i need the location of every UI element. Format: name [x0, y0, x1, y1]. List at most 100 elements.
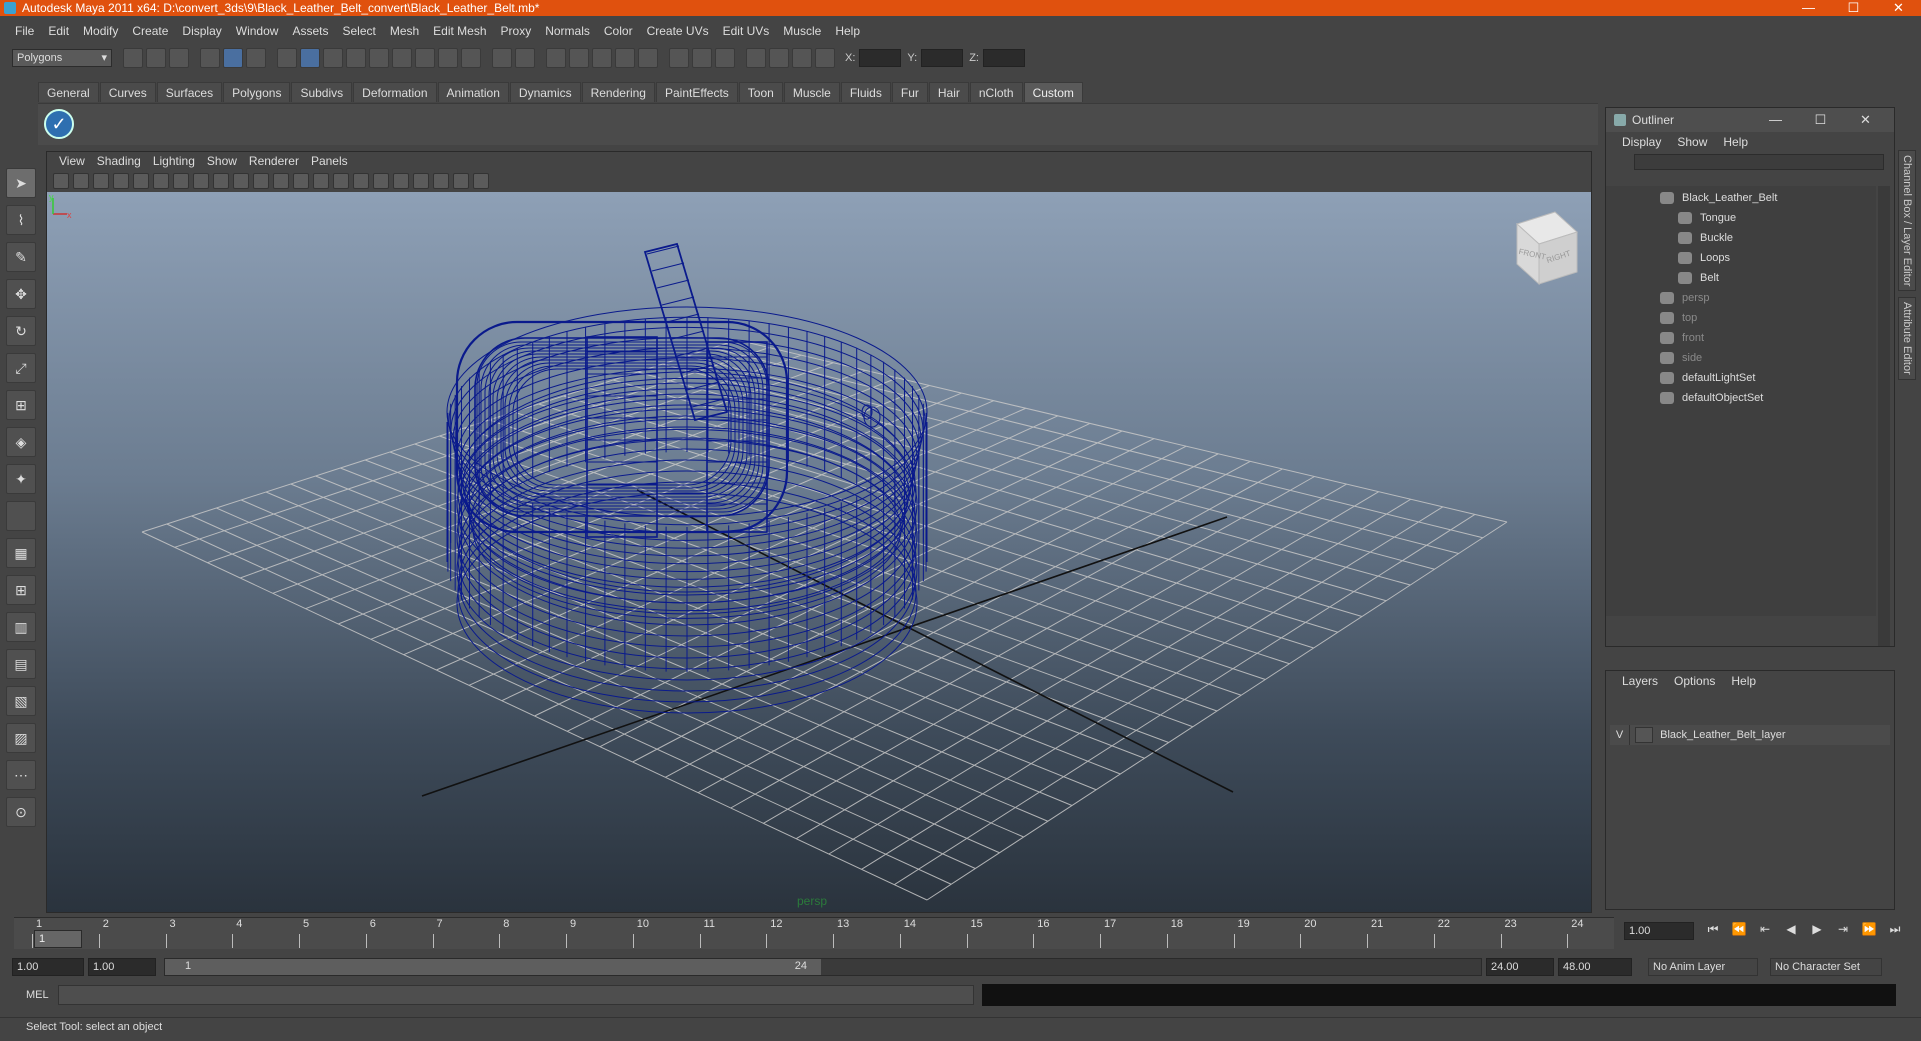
- custom-checkmark-icon[interactable]: ✓: [44, 109, 74, 139]
- snap-point-icon[interactable]: [592, 48, 612, 68]
- menu-proxy[interactable]: Proxy: [494, 22, 539, 40]
- command-language-label[interactable]: MEL: [0, 989, 58, 1001]
- close-button[interactable]: ✕: [1876, 0, 1921, 16]
- paint-select-tool-icon[interactable]: ✎: [6, 242, 36, 272]
- outliner-item[interactable]: Belt: [1678, 268, 1719, 288]
- shelf-tab-ncloth[interactable]: nCloth: [969, 82, 1023, 102]
- play-forwards-icon[interactable]: ▶: [1804, 922, 1830, 937]
- image-plane-icon[interactable]: [113, 173, 129, 189]
- go-to-start-icon[interactable]: ⏮: [1700, 922, 1726, 937]
- step-forward-frame-icon[interactable]: ⇥: [1830, 922, 1856, 937]
- layout-hypershade-icon[interactable]: ▧: [6, 686, 36, 716]
- ipr-render-icon[interactable]: [792, 48, 812, 68]
- shelf-tab-rendering[interactable]: Rendering: [581, 82, 655, 102]
- view-cube[interactable]: FRONT RIGHT: [1516, 211, 1578, 286]
- safe-action-icon[interactable]: [253, 173, 269, 189]
- lock-selection-icon[interactable]: [492, 48, 512, 68]
- layout-persp-graph-icon[interactable]: ▤: [6, 649, 36, 679]
- highlight-selection-icon[interactable]: [515, 48, 535, 68]
- menu-window[interactable]: Window: [229, 22, 286, 40]
- layout-single-pane-icon[interactable]: ▦: [6, 538, 36, 568]
- select-by-object-icon[interactable]: [223, 48, 243, 68]
- mask-deformers-icon[interactable]: [392, 48, 412, 68]
- outliner-minimize-button[interactable]: —: [1753, 108, 1798, 132]
- layers-menu-layers[interactable]: Layers: [1614, 671, 1666, 693]
- grid-toggle-icon[interactable]: [153, 173, 169, 189]
- menu-display[interactable]: Display: [175, 22, 228, 40]
- play-backwards-icon[interactable]: ◀: [1778, 922, 1804, 937]
- lasso-tool-icon[interactable]: ⌇: [6, 205, 36, 235]
- universal-manip-icon[interactable]: ⊞: [6, 390, 36, 420]
- vp-menu-shading[interactable]: Shading: [91, 152, 147, 170]
- outliner-item[interactable]: defaultLightSet: [1660, 368, 1755, 388]
- new-scene-icon[interactable]: [123, 48, 143, 68]
- snap-plane-icon[interactable]: [615, 48, 635, 68]
- isolate-select-icon[interactable]: [413, 173, 429, 189]
- move-tool-icon[interactable]: ✥: [6, 279, 36, 309]
- menu-color[interactable]: Color: [597, 22, 640, 40]
- z-field[interactable]: [982, 49, 1025, 67]
- menu-edit-mesh[interactable]: Edit Mesh: [426, 22, 493, 40]
- open-scene-icon[interactable]: [146, 48, 166, 68]
- mask-misc-icon[interactable]: [461, 48, 481, 68]
- snap-curve-icon[interactable]: [569, 48, 589, 68]
- menu-create-uvs[interactable]: Create UVs: [640, 22, 716, 40]
- outliner-item[interactable]: defaultObjectSet: [1660, 388, 1763, 408]
- character-set-select[interactable]: No Character Set: [1770, 958, 1882, 976]
- current-frame-field[interactable]: 1.00: [1624, 922, 1694, 940]
- camera-attributes-icon[interactable]: [73, 173, 89, 189]
- last-tool-icon[interactable]: [6, 501, 36, 531]
- mask-joints-icon[interactable]: [323, 48, 343, 68]
- render-view-icon[interactable]: [746, 48, 766, 68]
- shadows-icon[interactable]: [393, 173, 409, 189]
- vp-menu-lighting[interactable]: Lighting: [147, 152, 201, 170]
- menu-set-select[interactable]: Polygons: [12, 49, 112, 67]
- shelf-tab-dynamics[interactable]: Dynamics: [509, 82, 581, 102]
- mask-handles-icon[interactable]: [300, 48, 320, 68]
- snap-grid-icon[interactable]: [546, 48, 566, 68]
- outliner-menu-display[interactable]: Display: [1614, 132, 1669, 152]
- layers-menu-options[interactable]: Options: [1666, 671, 1723, 693]
- safe-title-icon[interactable]: [273, 173, 289, 189]
- outliner-item[interactable]: Buckle: [1678, 228, 1733, 248]
- mask-surfaces-icon[interactable]: [369, 48, 389, 68]
- step-forward-key-icon[interactable]: ⏩: [1856, 922, 1882, 937]
- rotate-tool-icon[interactable]: ↻: [6, 316, 36, 346]
- playback-start-field[interactable]: 1.00: [88, 958, 156, 976]
- menu-assets[interactable]: Assets: [285, 22, 335, 40]
- channel-box-tab[interactable]: Channel Box / Layer Editor: [1898, 150, 1916, 292]
- wireframe-icon[interactable]: [293, 173, 309, 189]
- anim-layer-select[interactable]: No Anim Layer: [1648, 958, 1758, 976]
- shelf-tab-custom[interactable]: Custom: [1023, 82, 1083, 102]
- use-all-lights-icon[interactable]: [373, 173, 389, 189]
- layer-row[interactable]: V Black_Leather_Belt_layer: [1610, 725, 1890, 745]
- x-field[interactable]: [859, 49, 902, 67]
- select-by-hierarchy-icon[interactable]: [200, 48, 220, 68]
- shelf-tab-subdivs[interactable]: Subdivs: [291, 82, 353, 102]
- construction-history-icon[interactable]: [715, 48, 735, 68]
- smooth-shade-icon[interactable]: [313, 173, 329, 189]
- time-slider[interactable]: 1 2 3 4 5 6 7 8 9 10 11 12 13 14 15 16 17 18 19 20 21 22 23 24 …: [14, 917, 1614, 949]
- step-back-frame-icon[interactable]: ⇤: [1752, 922, 1778, 937]
- input-ops-icon[interactable]: [669, 48, 689, 68]
- mask-rendering-icon[interactable]: [438, 48, 458, 68]
- gate-mask-icon[interactable]: [213, 173, 229, 189]
- scale-tool-icon[interactable]: ⤢: [6, 353, 36, 383]
- outliner-item[interactable]: persp: [1660, 288, 1710, 308]
- layout-four-pane-icon[interactable]: ⊞: [6, 575, 36, 605]
- render-settings-icon[interactable]: [815, 48, 835, 68]
- playback-end-field[interactable]: 24.00: [1486, 958, 1554, 976]
- outliner-item[interactable]: top: [1660, 308, 1697, 328]
- shelf-tab-surfaces[interactable]: Surfaces: [156, 82, 223, 102]
- go-to-end-icon[interactable]: ⏭: [1882, 922, 1908, 937]
- range-slider[interactable]: 1 24: [164, 958, 1482, 976]
- xray-components-icon[interactable]: [473, 173, 489, 189]
- textured-icon[interactable]: [353, 173, 369, 189]
- vp-menu-renderer[interactable]: Renderer: [243, 152, 305, 170]
- shelf-tab-muscle[interactable]: Muscle: [783, 82, 840, 102]
- select-by-component-icon[interactable]: [246, 48, 266, 68]
- shelf-tab-polygons[interactable]: Polygons: [223, 82, 291, 102]
- shelf-tab-fluids[interactable]: Fluids: [840, 82, 891, 102]
- vp-menu-panels[interactable]: Panels: [305, 152, 354, 170]
- layer-color-swatch[interactable]: [1635, 727, 1654, 744]
